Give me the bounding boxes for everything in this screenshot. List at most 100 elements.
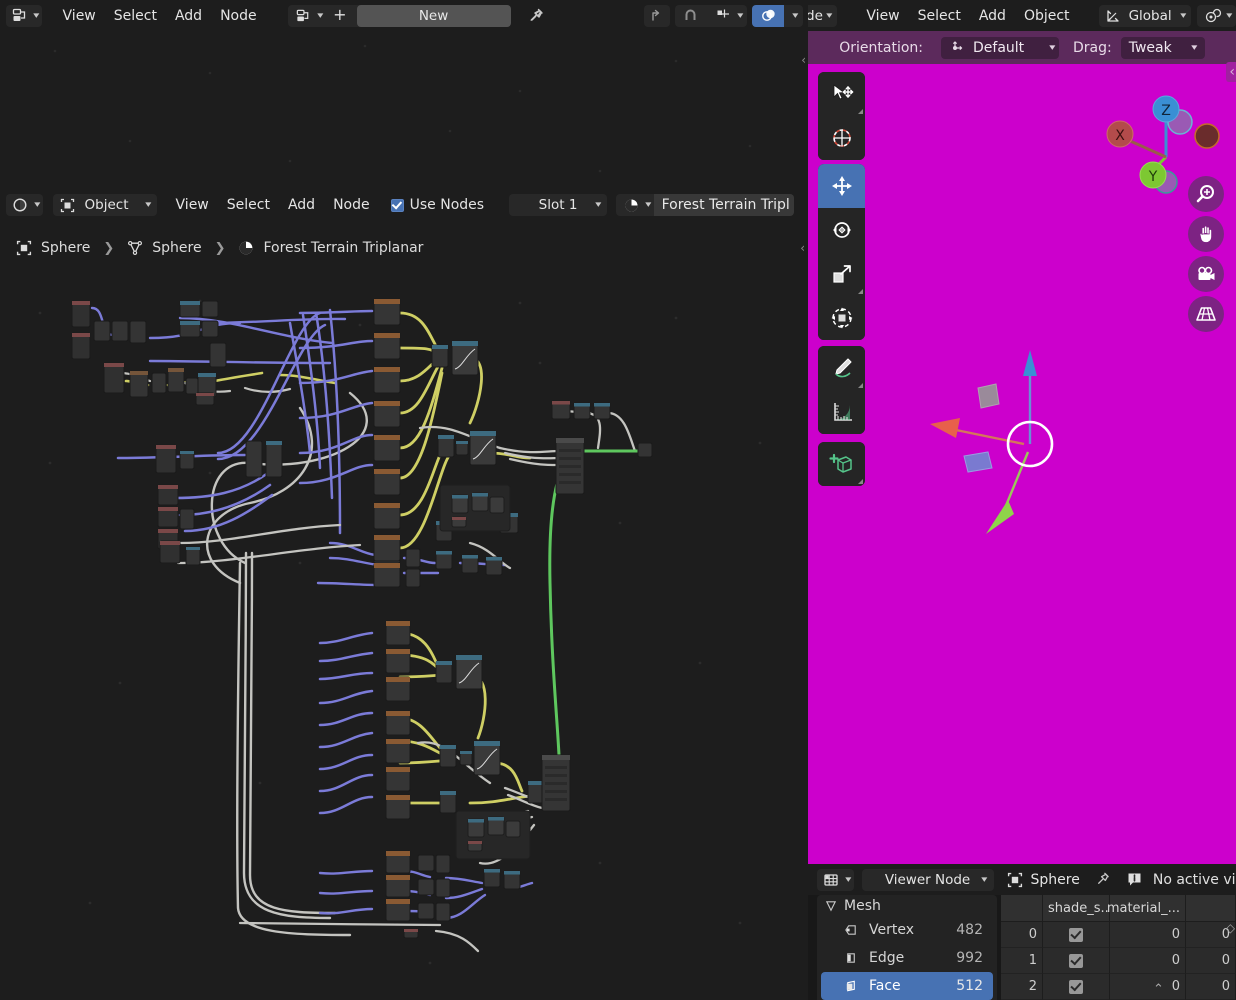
add-cube-tool[interactable] bbox=[818, 442, 865, 486]
snap-target-button[interactable]: ▾ bbox=[707, 5, 748, 27]
menu-node[interactable]: Node bbox=[211, 9, 266, 23]
menu-view[interactable]: View bbox=[54, 9, 105, 23]
pin-icon[interactable] bbox=[525, 5, 547, 27]
cell-shade-smooth[interactable] bbox=[1043, 922, 1110, 948]
domain-row-vertex[interactable]: Vertex 482 bbox=[821, 916, 993, 944]
new-node-tree-plus[interactable]: + bbox=[325, 5, 356, 26]
transform-tool[interactable] bbox=[818, 296, 865, 340]
go-to-parent-button[interactable] bbox=[643, 4, 670, 27]
pan-button[interactable] bbox=[1188, 216, 1224, 252]
column-extra[interactable] bbox=[1186, 895, 1236, 922]
menu-add[interactable]: Add bbox=[166, 9, 211, 23]
gizmo-plane-xz bbox=[977, 383, 1000, 409]
domain-count-vertex: 482 bbox=[956, 922, 983, 938]
shader-editor-type-selector[interactable]: ▾ bbox=[6, 194, 43, 216]
drag-setting-label: Drag: bbox=[1073, 39, 1112, 56]
gizmo-x-arrow bbox=[930, 418, 960, 438]
domain-row-face[interactable]: Face 512 bbox=[821, 972, 993, 1000]
gizmo-negative-axis-ball[interactable] bbox=[1192, 121, 1222, 151]
rotate-tool[interactable] bbox=[818, 208, 865, 252]
perspective-button[interactable] bbox=[1188, 296, 1224, 332]
sidebar-collapse-arrow[interactable]: ‹ bbox=[800, 241, 808, 255]
transform-orientation-dropdown[interactable]: Global ▾ bbox=[1098, 4, 1192, 27]
zoom-button[interactable] bbox=[1188, 176, 1224, 212]
shader-menu-node[interactable]: Node bbox=[324, 198, 379, 212]
snap-target-icon bbox=[712, 5, 734, 27]
table-row[interactable]: 1 0 0 bbox=[1001, 948, 1236, 974]
dataset-dropdown[interactable]: Viewer Node ▾ bbox=[861, 868, 994, 891]
vp-menu-view[interactable]: View bbox=[857, 9, 908, 23]
mesh-icon bbox=[823, 898, 839, 914]
checkbox-icon[interactable] bbox=[1069, 953, 1083, 968]
vp-menu-object[interactable]: Object bbox=[1015, 9, 1079, 23]
shader-type-dropdown[interactable]: Object ▾ bbox=[52, 194, 157, 216]
checkbox-icon[interactable] bbox=[1069, 927, 1083, 942]
transform-gizmo[interactable] bbox=[908, 338, 1108, 558]
cell-index: 1 bbox=[1001, 948, 1043, 974]
tool-expand-corner bbox=[858, 383, 863, 388]
viewport-canvas[interactable]: Z Y X ‹ bbox=[808, 62, 1236, 864]
spreadsheet-editor-type-selector[interactable]: ▾ bbox=[817, 868, 854, 891]
chevron-left-icon[interactable]: ◇ bbox=[1226, 921, 1235, 935]
viewport-header: de ▾ View Select Add Object Global ▾ ▾ bbox=[808, 0, 1236, 31]
sidebar-collapse-icon[interactable]: ‹ bbox=[1226, 62, 1236, 82]
shader-menu-add[interactable]: Add bbox=[279, 198, 324, 212]
use-nodes-checkbox[interactable] bbox=[390, 198, 404, 212]
vp-menu-add[interactable]: Add bbox=[970, 9, 1015, 23]
mesh-group-row[interactable]: Mesh bbox=[817, 896, 997, 916]
3d-viewport: de ▾ View Select Add Object Global ▾ ▾ O… bbox=[808, 0, 1236, 864]
tweak-tool[interactable] bbox=[818, 72, 865, 116]
interaction-mode-selector[interactable]: de ▾ bbox=[808, 4, 838, 27]
vp-menu-select[interactable]: Select bbox=[909, 9, 970, 23]
cell-material-index: 0 bbox=[1110, 948, 1186, 974]
checkbox-icon[interactable] bbox=[1069, 979, 1083, 994]
node-graph-canvas[interactable] bbox=[0, 263, 808, 1000]
node-editor-canvas-top[interactable]: ‹ bbox=[0, 31, 808, 189]
overlays-toggle[interactable] bbox=[752, 4, 785, 27]
node-output-lower bbox=[541, 754, 571, 812]
domain-row-edge[interactable]: Edge 992 bbox=[821, 944, 993, 972]
shader-menu-view[interactable]: View bbox=[167, 198, 218, 212]
gizmo-x-axis bbox=[955, 428, 1025, 446]
node-tree-browse-button[interactable]: ▾ bbox=[288, 5, 326, 27]
material-slot-dropdown[interactable]: Slot 1 ▾ bbox=[509, 194, 608, 216]
camera-button[interactable] bbox=[1188, 256, 1224, 292]
measure-tool[interactable] bbox=[818, 390, 865, 434]
node-group-routing bbox=[245, 440, 283, 478]
sidebar-collapse-arrow-top[interactable]: ‹ bbox=[801, 53, 806, 67]
chevron-up-icon[interactable]: ⌃ bbox=[1153, 982, 1164, 997]
shader-menu-select[interactable]: Select bbox=[218, 198, 279, 212]
cursor-tool[interactable] bbox=[818, 116, 865, 160]
menu-select[interactable]: Select bbox=[105, 9, 166, 23]
snap-magnet-button[interactable] bbox=[675, 5, 707, 27]
use-nodes-toggle[interactable]: Use Nodes bbox=[390, 197, 484, 213]
cell-shade-smooth[interactable] bbox=[1043, 974, 1110, 1000]
table-row[interactable]: 0 0 0 bbox=[1001, 922, 1236, 948]
spreadsheet-table[interactable]: shade_s... material_... 0 0 0 1 0 0 2 0 … bbox=[1001, 895, 1236, 1000]
breadcrumb-item-mesh[interactable]: Sphere bbox=[124, 237, 202, 259]
table-row[interactable]: 2 0 0 bbox=[1001, 974, 1236, 1000]
breadcrumb-separator: ❯ bbox=[103, 240, 115, 256]
breadcrumb-item-material[interactable]: Forest Terrain Triplanar bbox=[235, 237, 423, 259]
breadcrumb-item-object[interactable]: Sphere bbox=[13, 237, 90, 259]
material-name-field[interactable]: Forest Terrain Tripl bbox=[653, 194, 794, 216]
column-material-index[interactable]: material_... bbox=[1107, 895, 1186, 922]
cell-shade-smooth[interactable] bbox=[1043, 948, 1110, 974]
material-browse-button[interactable]: ▾ bbox=[616, 194, 654, 216]
column-shade-smooth[interactable]: shade_s... bbox=[1043, 895, 1113, 922]
snap-dropdown[interactable]: ▾ bbox=[1197, 4, 1236, 27]
move-tool[interactable] bbox=[818, 164, 865, 208]
pin-icon[interactable] bbox=[1092, 869, 1114, 891]
orientation-setting-dropdown[interactable]: Default ▾ bbox=[941, 36, 1060, 59]
cell-index: 2 bbox=[1001, 974, 1043, 1000]
node-bank-upper bbox=[373, 298, 401, 564]
editor-type-selector[interactable]: ▾ bbox=[6, 4, 42, 27]
overlays-popover[interactable]: ▾ bbox=[784, 5, 803, 27]
scale-tool[interactable] bbox=[818, 252, 865, 296]
new-node-tree-button[interactable]: New bbox=[356, 4, 511, 27]
shading-icon bbox=[9, 194, 31, 216]
toolbar-group-annotate bbox=[818, 346, 865, 434]
cell-extra: 0 bbox=[1186, 974, 1236, 1000]
drag-setting-dropdown[interactable]: Tweak ▾ bbox=[1120, 36, 1205, 59]
annotate-tool[interactable] bbox=[818, 346, 865, 390]
